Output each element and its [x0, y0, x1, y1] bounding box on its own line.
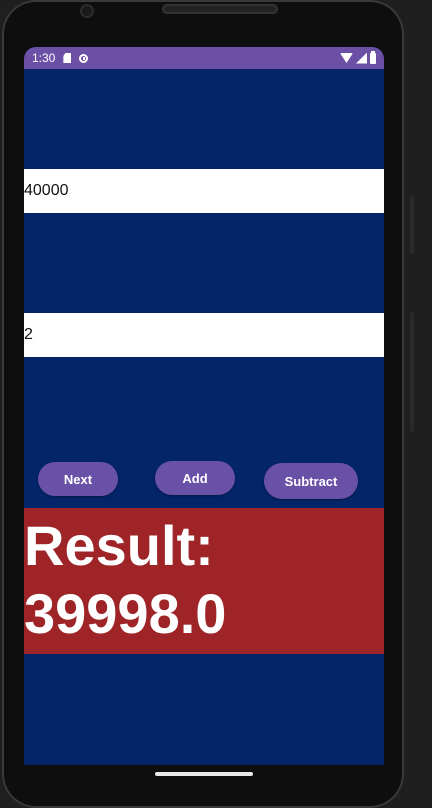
gesture-nav-handle[interactable]	[155, 772, 253, 776]
battery-icon	[370, 50, 376, 64]
earpiece-speaker	[162, 4, 278, 14]
app-screen: 1:30 Next Add Subtract Result: 39998.0	[24, 47, 384, 765]
second-number-input[interactable]	[24, 313, 384, 357]
first-number-input[interactable]	[24, 169, 384, 213]
status-bar: 1:30	[24, 47, 384, 69]
subtract-button[interactable]: Subtract	[264, 463, 358, 499]
status-icons	[340, 50, 376, 64]
sync-icon	[79, 53, 89, 63]
status-time: 1:30	[32, 51, 56, 65]
next-button[interactable]: Next	[38, 462, 118, 496]
result-display: Result: 39998.0	[24, 508, 384, 654]
volume-button	[410, 312, 414, 432]
sd-card-icon	[63, 53, 72, 63]
wifi-icon	[340, 53, 353, 63]
power-button	[410, 196, 414, 254]
front-camera	[80, 4, 94, 18]
signal-icon	[356, 52, 367, 64]
add-button[interactable]: Add	[155, 461, 235, 495]
